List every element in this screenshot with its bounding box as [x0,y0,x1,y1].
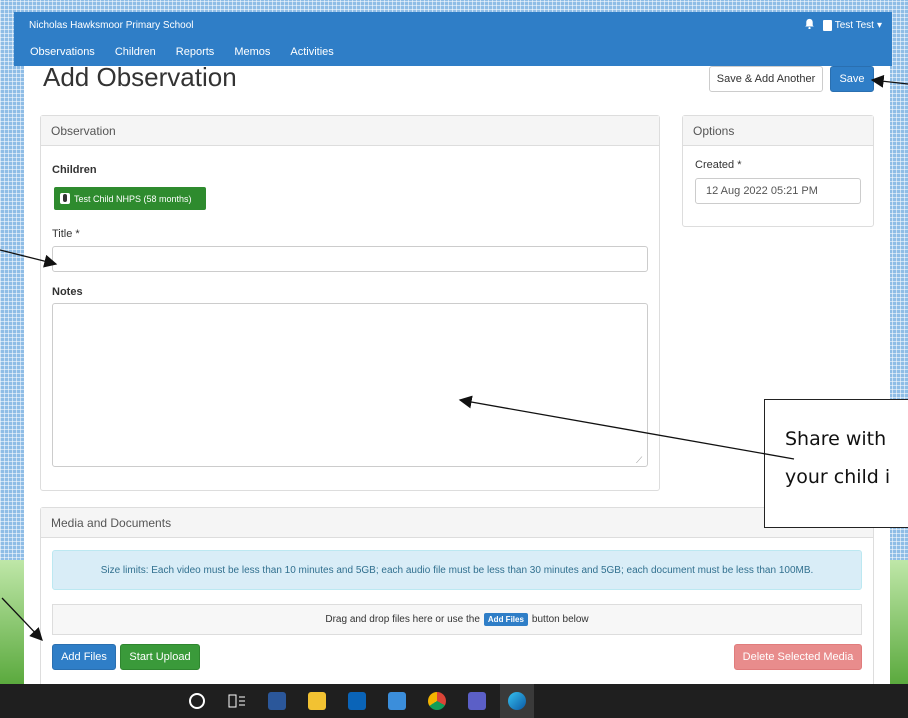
annotation-line-2: your child i [785,466,891,488]
file-drop-zone[interactable]: Drag and drop files here or use the Add … [52,604,862,635]
notes-label: Notes [52,286,83,298]
file-explorer-icon[interactable] [300,684,334,718]
chrome-icon[interactable] [420,684,454,718]
media-panel: Media and Documents Size limits: Each vi… [40,507,874,687]
page-content: Add Observation Save & Add Another Save … [24,62,890,687]
annotation-line-1: Share with [785,428,887,450]
teams-icon[interactable] [460,684,494,718]
word-icon[interactable] [260,684,294,718]
edge-icon[interactable] [500,684,534,718]
child-chip[interactable]: Test Child NHPS (58 months) [54,187,206,210]
nav-item-reports[interactable]: Reports [176,46,215,58]
drop-inline-add-files: Add Files [483,613,528,626]
observation-panel: Observation Children Test Child NHPS (58… [40,115,660,491]
background-grass-left [0,560,24,685]
media-panel-heading: Media and Documents [41,508,873,538]
page-title: Add Observation [43,62,237,92]
title-input[interactable] [52,246,648,272]
windows-taskbar [0,684,908,718]
caret-down-icon: ▾ [876,19,882,31]
options-panel: Options Created * 12 Aug 2022 05:21 PM [682,115,874,227]
size-limits-alert: Size limits: Each video must be less tha… [52,550,862,590]
save-and-add-another-button[interactable]: Save & Add Another [709,66,823,92]
nav-item-memos[interactable]: Memos [234,46,270,58]
title-label: Title * [52,228,80,240]
save-button[interactable]: Save [830,66,874,92]
top-bar: Nicholas Hawksmoor Primary School Test T… [14,12,892,38]
child-chip-label: Test Child NHPS (58 months) [74,193,192,204]
background-grass-right [890,560,908,685]
annotation-callout: Share with your child i [764,399,908,528]
search-circle-icon[interactable] [180,684,214,718]
app-icon[interactable] [380,684,414,718]
child-avatar-icon [60,193,70,204]
user-name: Test Test [834,19,874,31]
add-files-button[interactable]: Add Files [52,644,116,670]
nav-item-observations[interactable]: Observations [30,46,95,58]
delete-selected-media-button[interactable]: Delete Selected Media [734,644,862,670]
school-name: Nicholas Hawksmoor Primary School [29,19,194,31]
notes-textarea[interactable] [52,303,648,467]
outlook-icon[interactable] [340,684,374,718]
start-upload-button[interactable]: Start Upload [120,644,200,670]
children-label: Children [52,164,97,176]
task-view-icon[interactable] [220,684,254,718]
bell-icon[interactable] [804,18,815,32]
user-avatar-icon [822,19,832,31]
nav-item-children[interactable]: Children [115,46,156,58]
created-date-input[interactable]: 12 Aug 2022 05:21 PM [695,178,861,204]
user-menu[interactable]: Test Test ▾ [822,19,882,31]
observation-panel-heading: Observation [41,116,659,146]
drop-text-after: button below [531,614,589,625]
nav-item-activities[interactable]: Activities [290,46,333,58]
drop-text-before: Drag and drop files here or use the [325,614,480,625]
created-label: Created * [695,159,742,171]
options-panel-heading: Options [683,116,873,146]
resize-handle-icon[interactable]: ⟋ [636,455,642,466]
